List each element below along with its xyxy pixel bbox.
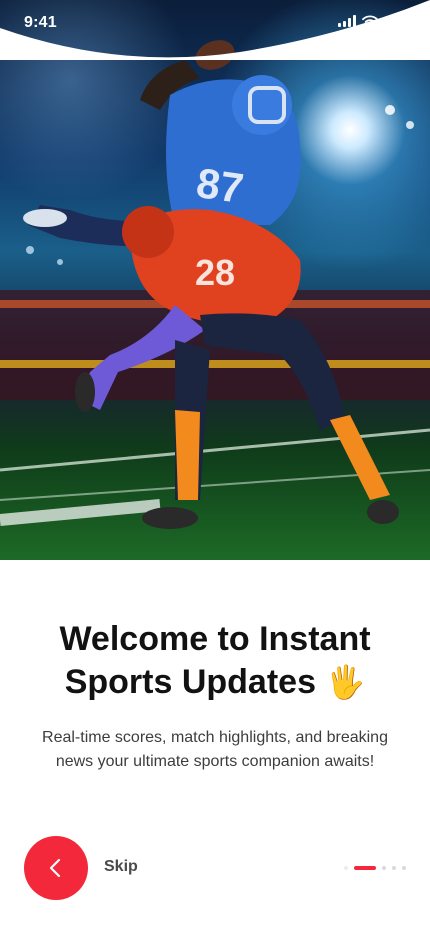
hero-image: 87 28 xyxy=(0,0,430,560)
page-indicator xyxy=(344,866,406,870)
onboarding-subtitle: Real-time scores, match highlights, and … xyxy=(42,729,388,770)
page-dot xyxy=(382,866,386,870)
status-bar: 9:41 xyxy=(0,0,430,44)
svg-text:87: 87 xyxy=(194,159,247,212)
title-line-2: Sports Updates xyxy=(64,663,316,701)
status-time: 9:41 xyxy=(24,14,57,31)
status-icons xyxy=(338,15,409,27)
chevron-left-icon xyxy=(49,858,61,878)
page-dot xyxy=(344,866,348,870)
back-button[interactable] xyxy=(24,836,88,900)
onboarding-screen: 87 28 9:41 Welcome to Instant Sports Upd… xyxy=(0,0,430,932)
wifi-icon xyxy=(362,15,378,27)
football-players-illustration: 87 28 xyxy=(0,40,430,529)
cellular-signal-icon xyxy=(338,15,356,27)
svg-text:28: 28 xyxy=(195,252,235,293)
skip-button[interactable]: Skip xyxy=(104,858,138,876)
waving-hand-icon: 🖐️ xyxy=(325,664,366,700)
title-line-1: Welcome to Instant xyxy=(59,620,371,658)
battery-icon xyxy=(384,15,409,27)
page-dot xyxy=(392,866,396,870)
onboarding-title: Welcome to Instant Sports Updates 🖐️ xyxy=(20,618,410,704)
page-dot-active xyxy=(354,866,376,870)
page-dot xyxy=(402,866,406,870)
